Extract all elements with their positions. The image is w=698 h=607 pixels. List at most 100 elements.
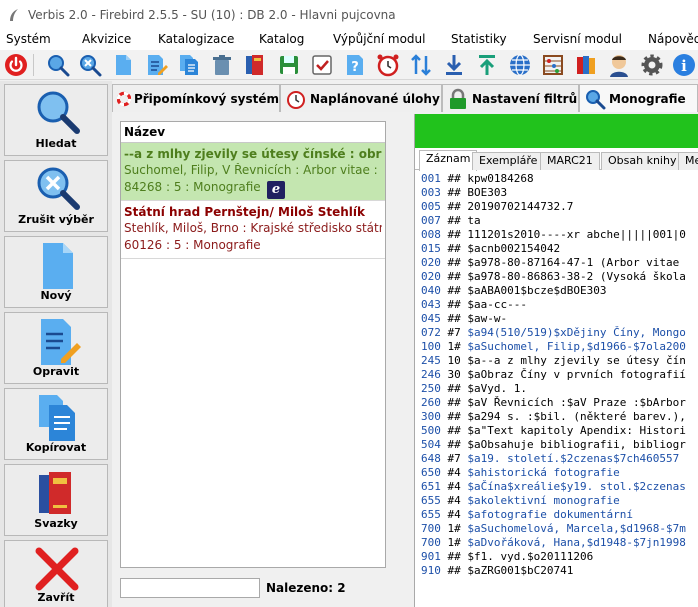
marc-value: $aSuchomelová, Marcela,$d1968-$7m bbox=[467, 522, 686, 535]
tab-zaznam[interactable]: Záznam bbox=[419, 150, 478, 171]
sidebar-copy-button[interactable]: Kopírovat bbox=[4, 388, 108, 460]
sidebar-volumes-button[interactable]: Svazky bbox=[4, 464, 108, 536]
marc-field-row: 001 ## kpw0184268 bbox=[421, 172, 698, 186]
marc-value: 111201s2010----xr abche|||||001|0 bbox=[467, 228, 686, 241]
marc-value: 20190702144732.7 bbox=[467, 200, 574, 213]
toolbar-upload-button[interactable] bbox=[475, 53, 499, 77]
marc-indicator: #4 bbox=[440, 508, 468, 521]
toolbar-library-button[interactable] bbox=[574, 53, 598, 77]
tab-marc21[interactable]: MARC21 bbox=[540, 152, 600, 170]
books-icon bbox=[39, 472, 71, 514]
marc-value: $aV Řevnicích :$aV Praze :$bArbor bbox=[467, 396, 686, 409]
marc-tag: 008 bbox=[421, 228, 441, 241]
toolbar-abacus-button[interactable] bbox=[541, 53, 565, 77]
toolbar-info-button[interactable]: i bbox=[672, 53, 696, 77]
sidebar-close-button[interactable]: Zavřít bbox=[4, 540, 108, 607]
marc-value: $aa-cc--- bbox=[467, 298, 527, 311]
sidebar-edit-button[interactable]: Opravit bbox=[4, 312, 108, 384]
power-icon bbox=[5, 54, 27, 76]
power-button[interactable] bbox=[4, 53, 28, 77]
marc-value: BOE303 bbox=[467, 186, 508, 199]
menu-vypujcni-modul[interactable]: Výpůjční modul bbox=[333, 32, 425, 46]
record-title: --a z mlhy zjevily se útesy čínské : obr… bbox=[124, 147, 382, 161]
marc-record: 001 ## kpw0184268 003 ## BOE303 005 ## 201… bbox=[421, 172, 698, 578]
toolbar-download-button[interactable] bbox=[442, 53, 466, 77]
marc-indicator: #7 bbox=[440, 326, 468, 339]
sidebar-clear-button[interactable]: Zrušit výběr bbox=[4, 160, 108, 232]
records-list: Název --a z mlhy zjevily se útesy čínské… bbox=[120, 121, 386, 568]
clear-search-icon bbox=[80, 55, 102, 77]
menu-napoveda[interactable]: Nápověda bbox=[648, 32, 698, 46]
column-header-nazev[interactable]: Název bbox=[121, 122, 385, 143]
marc-value: $ahistorická fotografie bbox=[467, 466, 620, 479]
toolbar-sort-button[interactable] bbox=[409, 53, 433, 77]
marc-tag: 040 bbox=[421, 284, 441, 297]
marc-value: $a--a z mlhy zjevily se útesy čín bbox=[467, 354, 686, 367]
filter-input[interactable] bbox=[120, 578, 260, 598]
toolbar-clear-search-button[interactable] bbox=[78, 53, 102, 77]
window-title: Verbis 2.0 - Firebird 2.5.5 - SU (10) : … bbox=[28, 8, 396, 22]
tab-more[interactable]: Me bbox=[678, 152, 698, 170]
marc-tag: 001 bbox=[421, 172, 441, 185]
help-document-icon: ? bbox=[347, 55, 363, 75]
toolbar-settings-button[interactable] bbox=[640, 53, 664, 77]
tab-monografie[interactable]: Monografie bbox=[579, 84, 698, 112]
sidebar-new-button[interactable]: Nový bbox=[4, 236, 108, 308]
svg-text:i: i bbox=[681, 57, 687, 75]
menu-katalogizace[interactable]: Katalogizace bbox=[158, 32, 234, 46]
marc-tag: 045 bbox=[421, 312, 441, 325]
marc-value: ta bbox=[467, 214, 481, 227]
save-icon bbox=[280, 56, 298, 74]
marc-value: $acnb002154042 bbox=[467, 242, 561, 255]
toolbar-books-button[interactable] bbox=[243, 53, 267, 77]
marc-indicator: ## bbox=[440, 214, 468, 227]
user-icon bbox=[610, 55, 628, 77]
tab-pripominkovy-system[interactable]: Připomínkový systém bbox=[112, 84, 280, 112]
toolbar-user-button[interactable] bbox=[607, 53, 631, 77]
alarm-clock-icon bbox=[287, 90, 305, 109]
menu-katalog[interactable]: Katalog bbox=[259, 32, 304, 46]
trash-icon bbox=[213, 55, 231, 75]
marc-indicator: ## bbox=[440, 298, 468, 311]
marc-field-row: 246 30 $aObraz Číny v prvních fotografií bbox=[421, 368, 698, 382]
marc-tag: 651 bbox=[421, 480, 441, 493]
ebook-icon: e bbox=[267, 181, 285, 199]
marc-tag: 020 bbox=[421, 256, 441, 269]
menu-system[interactable]: Systém bbox=[6, 32, 51, 46]
toolbar-save-button[interactable] bbox=[277, 53, 301, 77]
menu-servisni-modul[interactable]: Servisní modul bbox=[533, 32, 622, 46]
marc-field-row: 648 #7 $a19. století.$2czenas$7ch460557 bbox=[421, 452, 698, 466]
close-icon bbox=[35, 547, 79, 591]
menu-akvizice[interactable]: Akvizice bbox=[82, 32, 131, 46]
marc-field-row: 250 ## $aVyd. 1. bbox=[421, 382, 698, 396]
marc-field-row: 015 ## $acnb002154042 bbox=[421, 242, 698, 256]
marc-tag: 005 bbox=[421, 200, 441, 213]
tab-obsah-knihy[interactable]: Obsah knihy bbox=[601, 152, 684, 170]
toolbar-copy-button[interactable] bbox=[177, 53, 201, 77]
toolbar-delete-button[interactable] bbox=[210, 53, 234, 77]
list-item[interactable]: --a z mlhy zjevily se útesy čínské : obr… bbox=[121, 143, 385, 201]
marc-field-row: 020 ## $a978-80-86863-38-2 (Vysoká škola bbox=[421, 270, 698, 284]
toolbar-web-button[interactable] bbox=[508, 53, 532, 77]
marc-tag: 648 bbox=[421, 452, 441, 465]
sidebar-search-button[interactable]: Hledat bbox=[4, 84, 108, 156]
toolbar-edit-button[interactable] bbox=[144, 53, 168, 77]
marc-field-row: 043 ## $aa-cc--- bbox=[421, 298, 698, 312]
toolbar-new-button[interactable] bbox=[111, 53, 135, 77]
toolbar-check-button[interactable] bbox=[310, 53, 334, 77]
marc-field-row: 245 10 $a--a z mlhy zjevily se útesy čín bbox=[421, 354, 698, 368]
menu-statistiky[interactable]: Statistiky bbox=[451, 32, 507, 46]
toolbar-help-doc-button[interactable]: ? bbox=[343, 53, 367, 77]
list-item[interactable]: Státní hrad Pernštejn/ Miloš Stehlík Ste… bbox=[121, 201, 385, 259]
tab-naplanovane-ulohy[interactable]: Naplánované úlohy bbox=[280, 84, 442, 112]
tab-nastaveni-filtru[interactable]: Nastavení filtrů bbox=[442, 84, 579, 112]
marc-tag: 020 bbox=[421, 270, 441, 283]
marc-indicator: ## bbox=[440, 312, 468, 325]
marc-indicator: ## bbox=[440, 270, 468, 283]
marc-indicator: ## bbox=[440, 424, 468, 437]
marc-tag: 246 bbox=[421, 368, 441, 381]
toolbar-alarm-button[interactable] bbox=[376, 53, 400, 77]
toolbar-search-button[interactable] bbox=[46, 53, 70, 77]
tab-exemplare[interactable]: Exempláře bbox=[472, 152, 545, 170]
toolbar: ? i bbox=[0, 50, 698, 80]
